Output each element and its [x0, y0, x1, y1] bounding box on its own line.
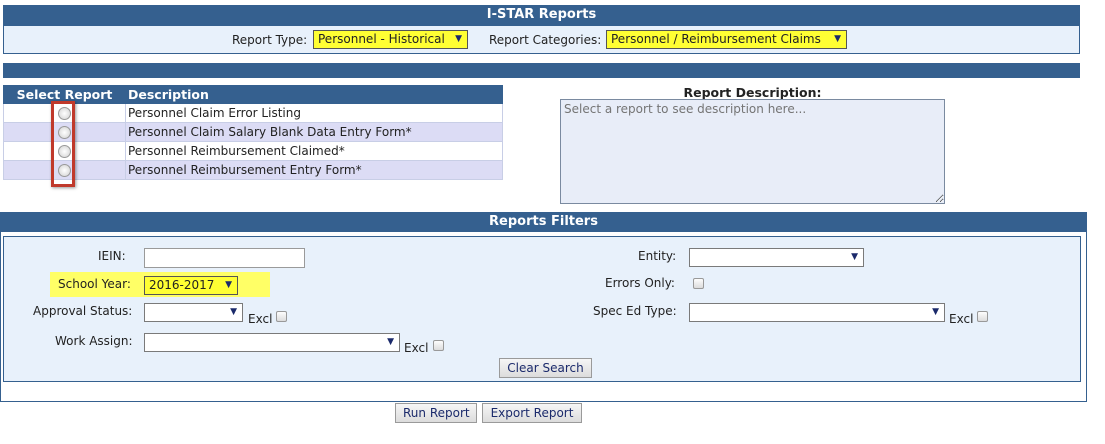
approval-excl-checkbox[interactable]: [276, 311, 287, 322]
report-description: Personnel Reimbursement Claimed*: [125, 141, 503, 161]
annotation-highlight-box: [51, 101, 75, 187]
report-type-label: Report Type:: [232, 33, 308, 47]
table-row[interactable]: Personnel Reimbursement Claimed*: [3, 141, 503, 161]
chevron-down-icon: ▼: [387, 337, 394, 347]
table-row[interactable]: Personnel Reimbursement Entry Form*: [3, 160, 503, 180]
chevron-down-icon: ▼: [932, 307, 939, 317]
chevron-down-icon: ▼: [851, 252, 858, 262]
approval-excl-label: Excl: [248, 312, 273, 326]
reports-header: I-STAR Reports: [3, 5, 1080, 25]
errors-only-checkbox[interactable]: [693, 278, 704, 289]
spec-ed-type-select[interactable]: ▼: [689, 303, 945, 322]
chevron-down-icon: ▼: [834, 34, 841, 44]
filters-title: Reports Filters: [489, 214, 598, 229]
spec-ed-type-label: Spec Ed Type:: [593, 304, 677, 318]
report-description-title: Report Description:: [683, 85, 822, 100]
chevron-down-icon: ▼: [225, 280, 232, 290]
work-assign-select[interactable]: ▼: [144, 333, 400, 352]
work-assign-excl-label: Excl: [404, 341, 429, 355]
entity-label: Entity:: [638, 249, 677, 263]
iein-label: IEIN:: [98, 249, 126, 263]
work-assign-excl-checkbox[interactable]: [433, 340, 444, 351]
run-report-button[interactable]: Run Report: [395, 403, 477, 423]
clear-search-button[interactable]: Clear Search: [499, 358, 592, 378]
report-categories-label: Report Categories:: [489, 33, 602, 47]
report-description: Personnel Claim Salary Blank Data Entry …: [125, 122, 503, 142]
report-description: Personnel Reimbursement Entry Form*: [125, 160, 503, 180]
report-type-select[interactable]: Personnel - Historical ▼: [313, 30, 468, 49]
report-list-table: Select Report Description Personnel Clai…: [3, 85, 503, 180]
spec-ed-excl-checkbox[interactable]: [977, 311, 988, 322]
page-title: I-STAR Reports: [486, 7, 597, 22]
work-assign-label: Work Assign:: [55, 334, 133, 348]
section-divider: [3, 63, 1080, 78]
spec-ed-excl-label: Excl: [949, 312, 974, 326]
iein-input[interactable]: [144, 248, 305, 268]
table-header-row: Select Report Description: [3, 85, 503, 104]
chevron-down-icon: ▼: [230, 307, 237, 317]
report-description: Personnel Claim Error Listing: [125, 103, 503, 123]
table-row[interactable]: Personnel Claim Salary Blank Data Entry …: [3, 122, 503, 142]
report-description-textarea[interactable]: [560, 99, 945, 204]
filters-panel: IEIN: School Year: 2016-2017 ▼ Approval …: [3, 236, 1081, 382]
approval-status-label: Approval Status:: [33, 304, 133, 318]
report-categories-select[interactable]: Personnel / Reimbursement Claims ▼: [606, 30, 847, 49]
entity-select[interactable]: ▼: [689, 248, 864, 267]
export-report-button[interactable]: Export Report: [482, 403, 582, 423]
report-type-panel: Report Type: Personnel - Historical ▼ Re…: [3, 25, 1080, 54]
approval-status-select[interactable]: ▼: [144, 303, 243, 322]
filters-header: Reports Filters: [0, 212, 1087, 232]
chevron-down-icon: ▼: [455, 34, 462, 44]
table-row[interactable]: Personnel Claim Error Listing: [3, 103, 503, 123]
col-description: Description: [125, 85, 503, 104]
school-year-label: School Year:: [58, 277, 131, 291]
errors-only-label: Errors Only:: [605, 276, 675, 290]
school-year-select[interactable]: 2016-2017 ▼: [144, 276, 238, 295]
